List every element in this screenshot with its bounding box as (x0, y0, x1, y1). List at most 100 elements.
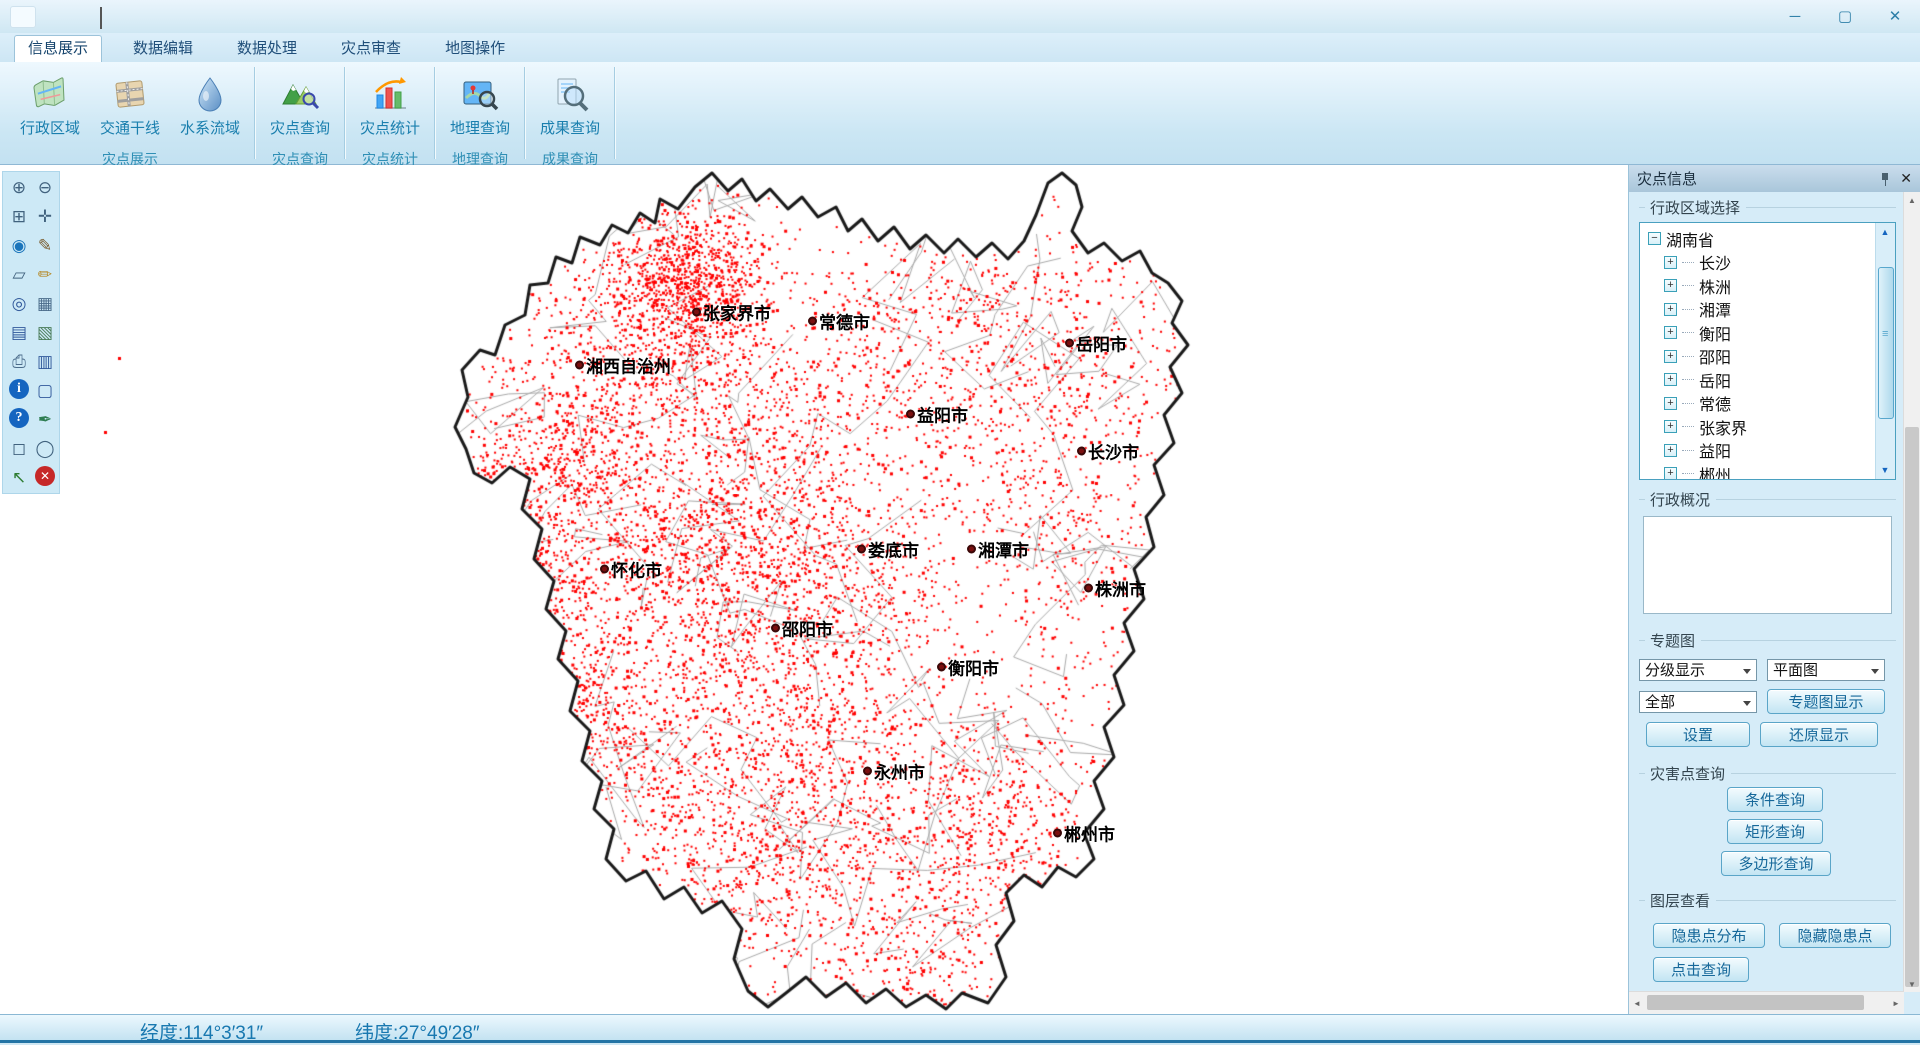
scroll-down-icon[interactable]: ▼ (1904, 976, 1920, 992)
pan-icon[interactable]: ✛ (34, 205, 57, 228)
city-name: 株洲市 (1095, 576, 1146, 601)
zoom-window-icon[interactable]: ⊞ (8, 205, 31, 228)
all-select[interactable]: 全部 (1639, 691, 1757, 713)
click-query-button[interactable]: 点击查询 (1653, 957, 1749, 982)
map-canvas[interactable] (0, 165, 1628, 1014)
quick-access-button[interactable] (10, 6, 36, 28)
panel-close-icon[interactable]: ✕ (1900, 170, 1912, 187)
地理查询-button[interactable]: 地理查询 (440, 62, 520, 150)
polygon-query-button[interactable]: 多边形查询 (1721, 851, 1831, 876)
scroll-left-icon[interactable]: ◄ (1629, 995, 1645, 1011)
scroll-right-icon[interactable]: ► (1888, 995, 1904, 1011)
zoom-in-icon[interactable]: ⊕ (8, 176, 31, 199)
restore-display-button[interactable]: 还原显示 (1760, 722, 1878, 747)
tree-item-label: 郴州 (1699, 462, 1731, 480)
tab-地图操作[interactable]: 地图操作 (432, 36, 518, 62)
expand-icon[interactable]: + (1664, 397, 1677, 410)
expand-icon[interactable]: + (1664, 326, 1677, 339)
close-button[interactable]: ✕ (1880, 6, 1910, 26)
expand-icon[interactable]: + (1664, 420, 1677, 433)
tab-数据编辑[interactable]: 数据编辑 (120, 36, 206, 62)
select-arrow-icon[interactable]: ↖ (8, 466, 31, 489)
delete-icon[interactable]: ✕ (35, 466, 55, 486)
tree-scroll-up-icon[interactable]: ▲ (1877, 224, 1893, 240)
collapse-icon[interactable]: − (1648, 232, 1661, 245)
tree-scrollbar[interactable]: ▲ ▼ (1875, 223, 1895, 479)
tab-灾点审查[interactable]: 灾点审查 (328, 36, 414, 62)
export-image-icon[interactable]: ▧ (34, 321, 57, 344)
tab-数据处理[interactable]: 数据处理 (224, 36, 310, 62)
clear-graphics-icon[interactable]: ▱ (8, 263, 31, 286)
refresh-icon[interactable]: ◎ (8, 292, 31, 315)
sketch-icon[interactable]: ✒ (34, 408, 57, 431)
tree-item-益阳[interactable]: +益阳 (1648, 439, 1895, 463)
tree-item-长沙[interactable]: + 长沙 (1648, 251, 1895, 275)
grading-display-select[interactable]: 分级显示 (1639, 659, 1757, 681)
tree-item-岳阳[interactable]: +岳阳 (1648, 368, 1895, 392)
灾点统计-button[interactable]: 灾点统计 (350, 62, 430, 150)
panel-hscroll-thumb[interactable] (1647, 995, 1864, 1010)
select-ellipse-icon[interactable]: ◯ (34, 437, 57, 460)
expand-icon[interactable]: + (1664, 279, 1677, 292)
panel-vscroll-thumb[interactable] (1905, 427, 1919, 987)
geo-query-icon (460, 74, 500, 114)
tree-item-label: 长沙 (1699, 250, 1731, 274)
tree-scroll-thumb[interactable] (1878, 267, 1894, 419)
行政区域-button[interactable]: 行政区域 (10, 62, 90, 150)
tree-item-label: 张家界 (1699, 415, 1747, 439)
rectangle-query-button[interactable]: 矩形查询 (1727, 819, 1823, 844)
plane-map-select[interactable]: 平面图 (1767, 659, 1885, 681)
city-name: 娄底市 (868, 537, 919, 562)
restore-button[interactable]: ▢ (1830, 6, 1860, 26)
tree-scroll-down-icon[interactable]: ▼ (1877, 462, 1893, 478)
overview-window-icon[interactable]: ▢ (34, 379, 57, 402)
identify-icon[interactable]: i (9, 379, 29, 399)
expand-icon[interactable]: + (1664, 350, 1677, 363)
水系流域-button[interactable]: 水系流域 (170, 62, 250, 150)
expand-icon[interactable]: + (1664, 467, 1677, 480)
traffic-lines-icon (110, 74, 150, 114)
expand-icon[interactable]: + (1664, 444, 1677, 457)
tree-item-湘潭[interactable]: +湘潭 (1648, 298, 1895, 322)
help-icon[interactable]: ? (9, 408, 29, 428)
tree-item-湖南省[interactable]: −湖南省 (1648, 227, 1895, 251)
tree-item-郴州[interactable]: + 郴州 (1648, 462, 1895, 480)
tree-item-衡阳[interactable]: +衡阳 (1648, 321, 1895, 345)
measure-icon[interactable]: ✎ (34, 234, 57, 257)
tab-信息展示[interactable]: 信息展示 (14, 35, 102, 62)
tree-item-张家界[interactable]: + 张家界 (1648, 415, 1895, 439)
hide-hazard-button[interactable]: 隐藏隐患点 (1779, 923, 1891, 948)
灾点查询-button[interactable]: 灾点查询 (260, 62, 340, 150)
print-icon[interactable]: ⎙ (8, 350, 31, 373)
settings-button[interactable]: 设置 (1646, 722, 1750, 747)
select-rectangle-icon[interactable]: ◻ (8, 437, 31, 460)
hazard-distribution-button[interactable]: 隐患点分布 (1653, 923, 1765, 948)
layer-view-caption: 图层查看 (1639, 890, 1896, 911)
attribute-table-icon[interactable]: ▦ (34, 292, 57, 315)
panel-horizontal-scrollbar[interactable]: ◄ ► (1629, 991, 1904, 1014)
tree-item-常德[interactable]: +常德 (1648, 392, 1895, 416)
tree-item-邵阳[interactable]: +邵阳 (1648, 345, 1895, 369)
panel-vertical-scrollbar[interactable]: ▲ ▼ (1903, 192, 1920, 992)
minimize-button[interactable]: ─ (1780, 6, 1810, 26)
scroll-up-icon[interactable]: ▲ (1904, 192, 1920, 208)
overview-textarea[interactable] (1643, 516, 1892, 614)
map-view[interactable]: ⊕⊖⊞✛◉✎▱✏◎▦▤▧⎙▥i▢?✒◻◯↖✕ 张家界市常德市岳阳市湘西自治州益阳… (0, 165, 1628, 1014)
brush-icon[interactable]: ✏ (34, 263, 57, 286)
thematic-show-button[interactable]: 专题图显示 (1767, 689, 1885, 714)
交通干线-button[interactable]: 交通干线 (90, 62, 170, 150)
expand-icon[interactable]: + (1664, 373, 1677, 386)
legend-icon[interactable]: ▤ (8, 321, 31, 344)
zoom-out-icon[interactable]: ⊖ (34, 176, 57, 199)
full-extent-icon[interactable]: ◉ (8, 234, 31, 257)
city-name: 郴州市 (1064, 821, 1115, 846)
tree-item-株洲[interactable]: +株洲 (1648, 274, 1895, 298)
成果查询-button[interactable]: 成果查询 (530, 62, 610, 150)
city-label-郴州市: 郴州市 (1053, 821, 1115, 846)
expand-icon[interactable]: + (1664, 256, 1677, 269)
print-preview-icon[interactable]: ▥ (34, 350, 57, 373)
condition-query-button[interactable]: 条件查询 (1727, 787, 1823, 812)
expand-icon[interactable]: + (1664, 303, 1677, 316)
pin-icon[interactable] (1878, 172, 1892, 186)
ribbon-group-地理查询: 地理查询地理查询 (436, 62, 524, 164)
